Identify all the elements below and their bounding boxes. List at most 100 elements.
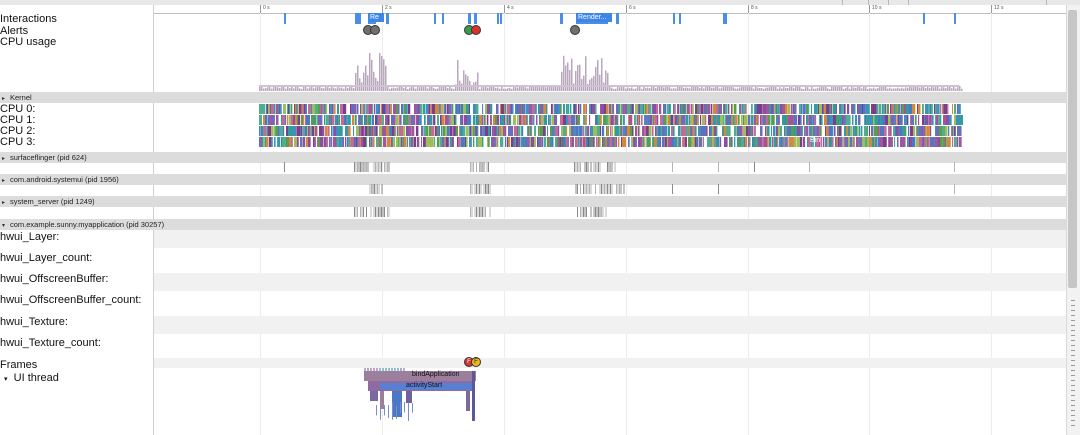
cpu-slice	[772, 137, 774, 147]
interaction-event[interactable]	[468, 13, 471, 24]
cpu-slice	[638, 137, 641, 147]
cpu-usage-bar	[453, 88, 455, 91]
alert-marker-icon[interactable]	[370, 25, 380, 35]
cpu-slice	[576, 126, 579, 136]
alert-marker-icon[interactable]	[570, 25, 580, 35]
interaction-event[interactable]	[616, 13, 619, 24]
cpu-slice	[487, 115, 489, 125]
thread-slice	[388, 368, 390, 371]
cpu-slice	[523, 104, 525, 114]
scrollbar-thumb[interactable]	[1068, 10, 1077, 288]
cpu-usage-bar	[545, 87, 547, 91]
cpu-usage-bar	[335, 88, 337, 91]
interaction-label[interactable]: Re	[368, 13, 384, 22]
cpu-slice	[788, 115, 791, 125]
cpu-slice	[701, 126, 703, 136]
interaction-event[interactable]	[673, 13, 675, 24]
scrollbar-track-mark	[1071, 390, 1075, 391]
thread-slice	[373, 207, 375, 217]
cpu-slice	[331, 137, 333, 147]
interaction-event[interactable]	[284, 13, 286, 24]
cpu-slice	[908, 126, 910, 136]
cpu-slice	[648, 137, 651, 147]
cpu-usage-bar	[355, 72, 357, 91]
thread-slice	[381, 184, 383, 194]
cpu-slice	[388, 115, 390, 125]
cpu-usage-bar	[477, 72, 479, 91]
interaction-event[interactable]	[497, 13, 499, 24]
cpu-usage-bar	[763, 88, 765, 91]
cpu-usage-bar	[403, 87, 405, 91]
expand-chevron-icon[interactable]: ▸	[0, 176, 10, 187]
cpu-slice	[952, 104, 954, 114]
cpu-slice	[445, 126, 447, 136]
cpu-slice	[561, 137, 563, 147]
cpu-usage-bar	[561, 71, 563, 91]
cpu-usage-bar	[799, 87, 801, 91]
cpu-slice	[879, 104, 882, 114]
cpu-slice	[940, 115, 942, 125]
process-band-myapp[interactable]: ▾ com.example.sunny.myapplication (pid 30…	[0, 219, 1066, 230]
slice-bind-application[interactable]: bindApplication	[410, 370, 459, 380]
interaction-event[interactable]	[679, 13, 681, 24]
process-band-kernel[interactable]: ▸ Kernel	[0, 92, 1066, 103]
interaction-event[interactable]	[954, 13, 956, 24]
cpu-slice	[442, 137, 445, 147]
collapse-chevron-icon[interactable]: ▾	[4, 376, 8, 383]
cpu-usage-bar	[721, 87, 723, 91]
interaction-event[interactable]	[355, 13, 361, 24]
cpu-slice	[311, 115, 315, 125]
interaction-event[interactable]	[434, 13, 436, 24]
interaction-label[interactable]: Render...	[576, 13, 612, 22]
thread-slice	[578, 162, 580, 172]
cpu-slice	[344, 115, 347, 125]
cpu-slice	[763, 104, 767, 114]
slice-block	[388, 405, 389, 419]
cpu-slice	[700, 115, 702, 125]
slice-activity-start[interactable]: activityStart	[404, 381, 442, 391]
cpu-lanes[interactable]	[154, 103, 1066, 148]
cpu-slice	[430, 115, 433, 125]
cpu-usage-bar	[339, 87, 341, 91]
cpu-slice	[827, 115, 831, 125]
cpu-slice	[373, 137, 375, 147]
cpu-slice	[901, 115, 903, 125]
cpu-slice	[907, 137, 909, 147]
interaction-event[interactable]	[442, 13, 444, 24]
cpu-slice	[945, 137, 947, 147]
interaction-event[interactable]	[386, 13, 389, 24]
interaction-event[interactable]	[923, 13, 925, 24]
cpu-usage-chart[interactable]	[154, 36, 1066, 92]
frame-alert-icon[interactable]: F	[471, 357, 481, 367]
thread-slice	[471, 162, 473, 172]
cpu-slice	[512, 104, 514, 114]
alert-marker-icon[interactable]	[471, 25, 481, 35]
cpu-slice	[438, 126, 440, 136]
cpu-slice	[693, 126, 695, 136]
cpu-usage-bar	[503, 88, 505, 91]
cpu-slice	[839, 126, 842, 136]
process-thread-strips[interactable]	[154, 160, 1066, 220]
interaction-event[interactable]	[723, 13, 727, 24]
cpu-slice	[280, 126, 284, 136]
cpu-usage-bar	[283, 86, 285, 91]
ui-thread-flame[interactable]	[154, 368, 1066, 435]
cpu-slice	[501, 104, 505, 114]
interaction-event[interactable]	[500, 13, 502, 24]
cpu-slice	[357, 104, 359, 114]
expand-chevron-icon[interactable]: ▸	[0, 154, 10, 165]
thread-slice	[604, 184, 605, 194]
expand-chevron-icon[interactable]: ▸	[0, 198, 10, 209]
cpu-slice	[913, 137, 916, 147]
process-name: Kernel	[10, 93, 32, 102]
scrollbar-track-mark	[1071, 380, 1075, 381]
cpu-slice	[434, 115, 436, 125]
cpu-slice	[606, 115, 609, 125]
cpu-slice	[566, 115, 569, 125]
interaction-event[interactable]	[474, 13, 477, 24]
thread-slice	[364, 162, 366, 172]
cpu-slice	[863, 104, 866, 114]
cpu-slice	[276, 115, 279, 125]
interaction-event[interactable]	[560, 13, 563, 24]
thread-slice	[809, 162, 810, 172]
